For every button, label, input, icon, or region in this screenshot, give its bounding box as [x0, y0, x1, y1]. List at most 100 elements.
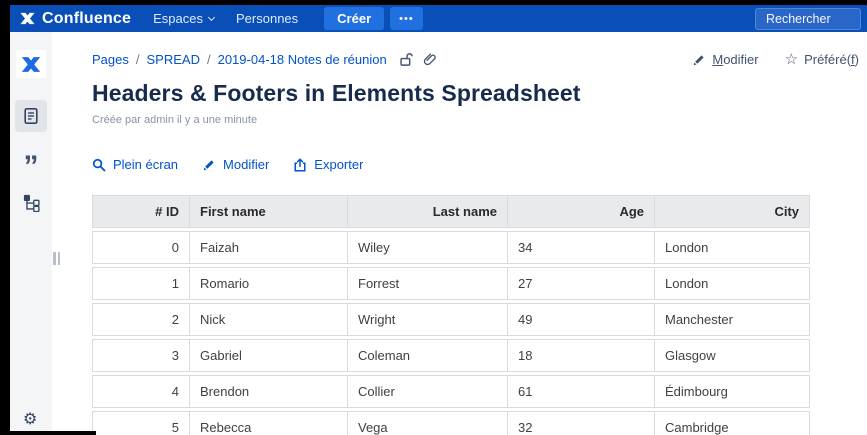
fullscreen-label: Plein écran	[113, 157, 178, 172]
column-header-city: City	[655, 195, 810, 228]
sidebar-item-page-tree[interactable]	[15, 186, 47, 218]
capture-matte-bottom	[0, 431, 96, 435]
page-icon	[22, 107, 40, 125]
table-row: 0 Faizah Wiley 34 London	[92, 231, 810, 264]
gear-icon: ⚙	[23, 411, 37, 428]
cell-id: 5	[92, 411, 190, 435]
confluence-brand[interactable]: Confluence	[19, 10, 131, 28]
cell-first-name: Nick	[190, 303, 348, 336]
breadcrumb-link-space[interactable]: SPREAD	[147, 52, 200, 67]
pencil-icon	[692, 53, 706, 67]
unlock-icon[interactable]	[399, 52, 414, 67]
cell-age: 32	[508, 411, 655, 435]
breadcrumb-separator: /	[207, 52, 211, 67]
cell-id: 4	[92, 375, 190, 408]
cell-last-name: Collier	[348, 375, 508, 408]
edit-page-button[interactable]: Modifier	[692, 52, 758, 67]
paperclip-icon[interactable]	[423, 52, 438, 67]
table-header-row: # ID First name Last name Age City	[92, 195, 810, 228]
column-header-id: # ID	[92, 195, 190, 228]
chevron-down-icon	[208, 13, 215, 20]
more-menu-button[interactable]: •••	[390, 7, 423, 30]
nav-spaces-label: Espaces	[153, 11, 203, 26]
search-input[interactable]	[755, 8, 861, 30]
cell-age: 34	[508, 231, 655, 264]
column-header-last-name: Last name	[348, 195, 508, 228]
space-logo[interactable]	[16, 50, 46, 78]
cell-id: 3	[92, 339, 190, 372]
breadcrumb-separator: /	[136, 52, 140, 67]
breadcrumb: Pages / SPREAD / 2019-04-18 Notes de réu…	[92, 52, 859, 67]
page-byline: Créée par admin il y a une minute	[92, 114, 859, 126]
cell-age: 61	[508, 375, 655, 408]
edit-spreadsheet-label: Modifier	[223, 157, 269, 172]
favorite-label-suffix: )	[855, 52, 859, 67]
table-row: 1 Romario Forrest 27 London	[92, 267, 810, 300]
cell-last-name: Wiley	[348, 231, 508, 264]
cell-city: Cambridge	[655, 411, 810, 435]
sidebar-item-blog[interactable]: ”	[15, 144, 47, 176]
column-header-first-name: First name	[190, 195, 348, 228]
capture-matte-left	[0, 0, 10, 435]
capture-matte-top	[0, 0, 867, 5]
cell-city: Manchester	[655, 303, 810, 336]
favorite-label-prefix: Préféré(	[804, 52, 851, 67]
confluence-window: Confluence Espaces Personnes Créer •••	[0, 0, 867, 435]
export-label: Exporter	[314, 157, 363, 172]
spreadsheet-table: # ID First name Last name Age City 0 Fai…	[92, 192, 810, 435]
space-logo-icon	[20, 55, 42, 74]
cell-id: 0	[92, 231, 190, 264]
brand-label: Confluence	[42, 10, 131, 28]
confluence-logo-icon	[19, 11, 36, 26]
edit-shortcut-key: M	[712, 52, 723, 67]
spreadsheet-toolbar: Plein écran Modifier Exporter	[92, 157, 859, 172]
pencil-icon	[202, 158, 216, 172]
export-icon	[293, 158, 307, 172]
top-navbar: Confluence Espaces Personnes Créer •••	[10, 5, 867, 32]
cell-last-name: Forrest	[348, 267, 508, 300]
cell-city: Glasgow	[655, 339, 810, 372]
cell-id: 1	[92, 267, 190, 300]
breadcrumb-link-pages[interactable]: Pages	[92, 52, 129, 67]
favorite-button[interactable]: ☆ Préféré(f)	[785, 52, 859, 67]
page-content: Pages / SPREAD / 2019-04-18 Notes de réu…	[52, 32, 867, 435]
edit-label-rest: odifier	[723, 52, 758, 67]
cell-age: 27	[508, 267, 655, 300]
breadcrumb-link-page[interactable]: 2019-04-18 Notes de réunion	[218, 52, 387, 67]
cell-first-name: Gabriel	[190, 339, 348, 372]
table-row: 3 Gabriel Coleman 18 Glasgow	[92, 339, 810, 372]
settings-button[interactable]: ⚙	[23, 409, 37, 429]
space-sidebar: ” ⚙	[10, 32, 52, 435]
column-header-age: Age	[508, 195, 655, 228]
cell-first-name: Faizah	[190, 231, 348, 264]
nav-spaces[interactable]: Espaces	[153, 11, 214, 26]
page-title: Headers & Footers in Elements Spreadshee…	[92, 80, 859, 107]
nav-people-label: Personnes	[236, 11, 298, 26]
create-button[interactable]: Créer	[324, 7, 384, 30]
cell-city: London	[655, 231, 810, 264]
table-row: 4 Brendon Collier 61 Édimbourg	[92, 375, 810, 408]
export-button[interactable]: Exporter	[293, 157, 363, 172]
fullscreen-button[interactable]: Plein écran	[92, 157, 178, 172]
nav-people[interactable]: Personnes	[236, 11, 298, 26]
cell-first-name: Romario	[190, 267, 348, 300]
quotes-icon: ”	[24, 162, 39, 172]
cell-first-name: Rebecca	[190, 411, 348, 435]
cell-age: 18	[508, 339, 655, 372]
cell-last-name: Coleman	[348, 339, 508, 372]
star-icon: ☆	[785, 52, 798, 67]
cell-last-name: Vega	[348, 411, 508, 435]
cell-id: 2	[92, 303, 190, 336]
sidebar-resize-handle[interactable]	[53, 252, 60, 265]
table-row: 2 Nick Wright 49 Manchester	[92, 303, 810, 336]
cell-city: Édimbourg	[655, 375, 810, 408]
tree-icon	[22, 193, 41, 212]
cell-city: London	[655, 267, 810, 300]
cell-last-name: Wright	[348, 303, 508, 336]
cell-first-name: Brendon	[190, 375, 348, 408]
table-row: 5 Rebecca Vega 32 Cambridge	[92, 411, 810, 435]
search-icon	[92, 158, 106, 172]
cell-age: 49	[508, 303, 655, 336]
edit-spreadsheet-button[interactable]: Modifier	[202, 157, 269, 172]
sidebar-item-pages[interactable]	[15, 100, 47, 132]
